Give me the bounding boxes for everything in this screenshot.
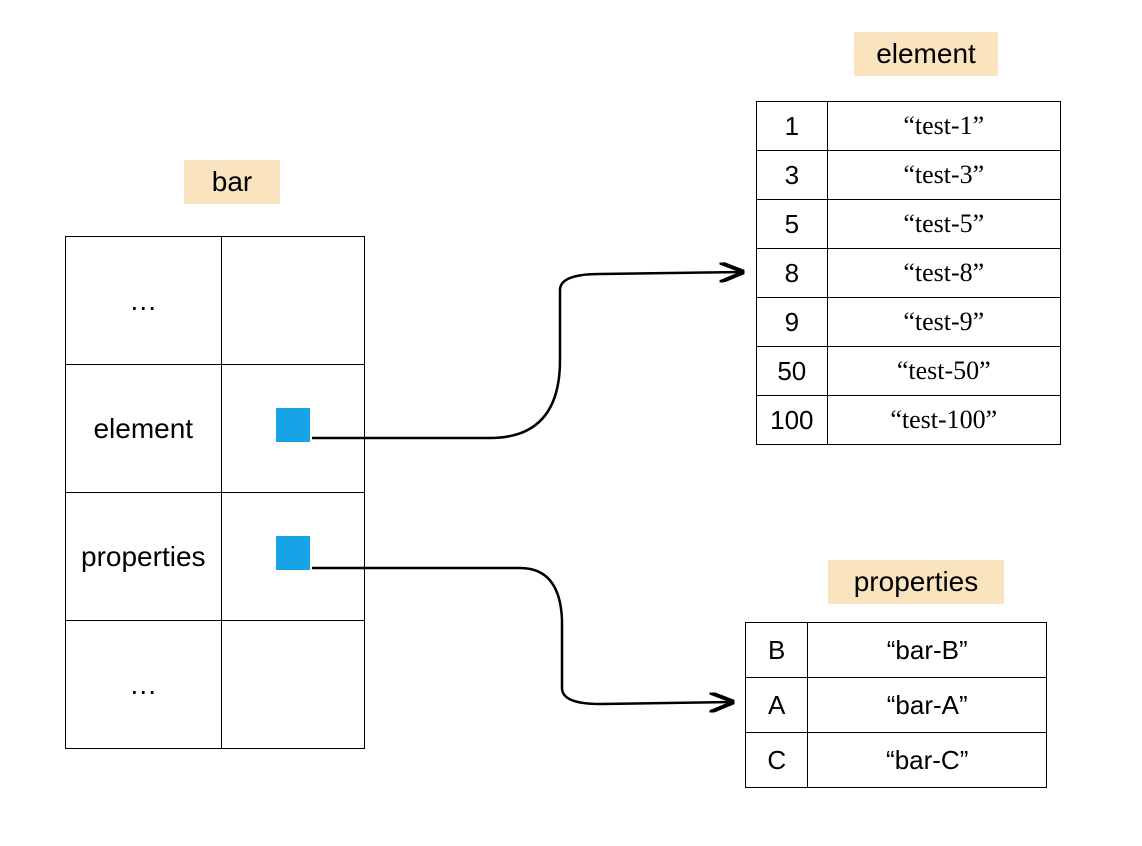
element-value: “test-1” (827, 102, 1060, 151)
table-row: B“bar-B” (746, 623, 1047, 678)
table-row: 3“test-3” (757, 151, 1061, 200)
properties-label: properties (828, 560, 1004, 604)
properties-value: “bar-C” (808, 733, 1047, 788)
table-row: A“bar-A” (746, 678, 1047, 733)
diagram-canvas: bar element properties … element propert… (0, 0, 1142, 846)
table-row: 100“test-100” (757, 396, 1061, 445)
element-label: element (854, 32, 998, 76)
element-key: 9 (757, 298, 828, 347)
bar-row: element (66, 365, 365, 493)
bar-table: … element properties … (65, 236, 365, 749)
properties-key: A (746, 678, 808, 733)
bar-label: bar (184, 160, 280, 204)
element-table: 1“test-1”3“test-3”5“test-5”8“test-8”9“te… (756, 101, 1061, 445)
bar-row: properties (66, 493, 365, 621)
bar-val (221, 621, 364, 749)
element-value: “test-9” (827, 298, 1060, 347)
reference-marker-icon (276, 536, 310, 570)
table-row: 1“test-1” (757, 102, 1061, 151)
properties-table: B“bar-B”A“bar-A”C“bar-C” (745, 622, 1047, 788)
element-value: “test-50” (827, 347, 1060, 396)
bar-val (221, 237, 364, 365)
arrow-to-properties (312, 568, 732, 704)
element-key: 100 (757, 396, 828, 445)
bar-key: … (66, 237, 222, 365)
element-key: 1 (757, 102, 828, 151)
bar-row: … (66, 237, 365, 365)
element-key: 3 (757, 151, 828, 200)
element-value: “test-5” (827, 200, 1060, 249)
table-row: 5“test-5” (757, 200, 1061, 249)
element-value: “test-8” (827, 249, 1060, 298)
properties-key: C (746, 733, 808, 788)
table-row: 8“test-8” (757, 249, 1061, 298)
bar-val-ref (221, 365, 364, 493)
reference-marker-icon (276, 408, 310, 442)
bar-val-ref (221, 493, 364, 621)
properties-value: “bar-B” (808, 623, 1047, 678)
element-key: 5 (757, 200, 828, 249)
element-value: “test-100” (827, 396, 1060, 445)
element-key: 50 (757, 347, 828, 396)
properties-key: B (746, 623, 808, 678)
arrow-to-element (312, 272, 742, 438)
bar-key: properties (66, 493, 222, 621)
bar-key: element (66, 365, 222, 493)
table-row: 50“test-50” (757, 347, 1061, 396)
table-row: 9“test-9” (757, 298, 1061, 347)
bar-row: … (66, 621, 365, 749)
properties-value: “bar-A” (808, 678, 1047, 733)
table-row: C“bar-C” (746, 733, 1047, 788)
element-value: “test-3” (827, 151, 1060, 200)
element-key: 8 (757, 249, 828, 298)
bar-key: … (66, 621, 222, 749)
